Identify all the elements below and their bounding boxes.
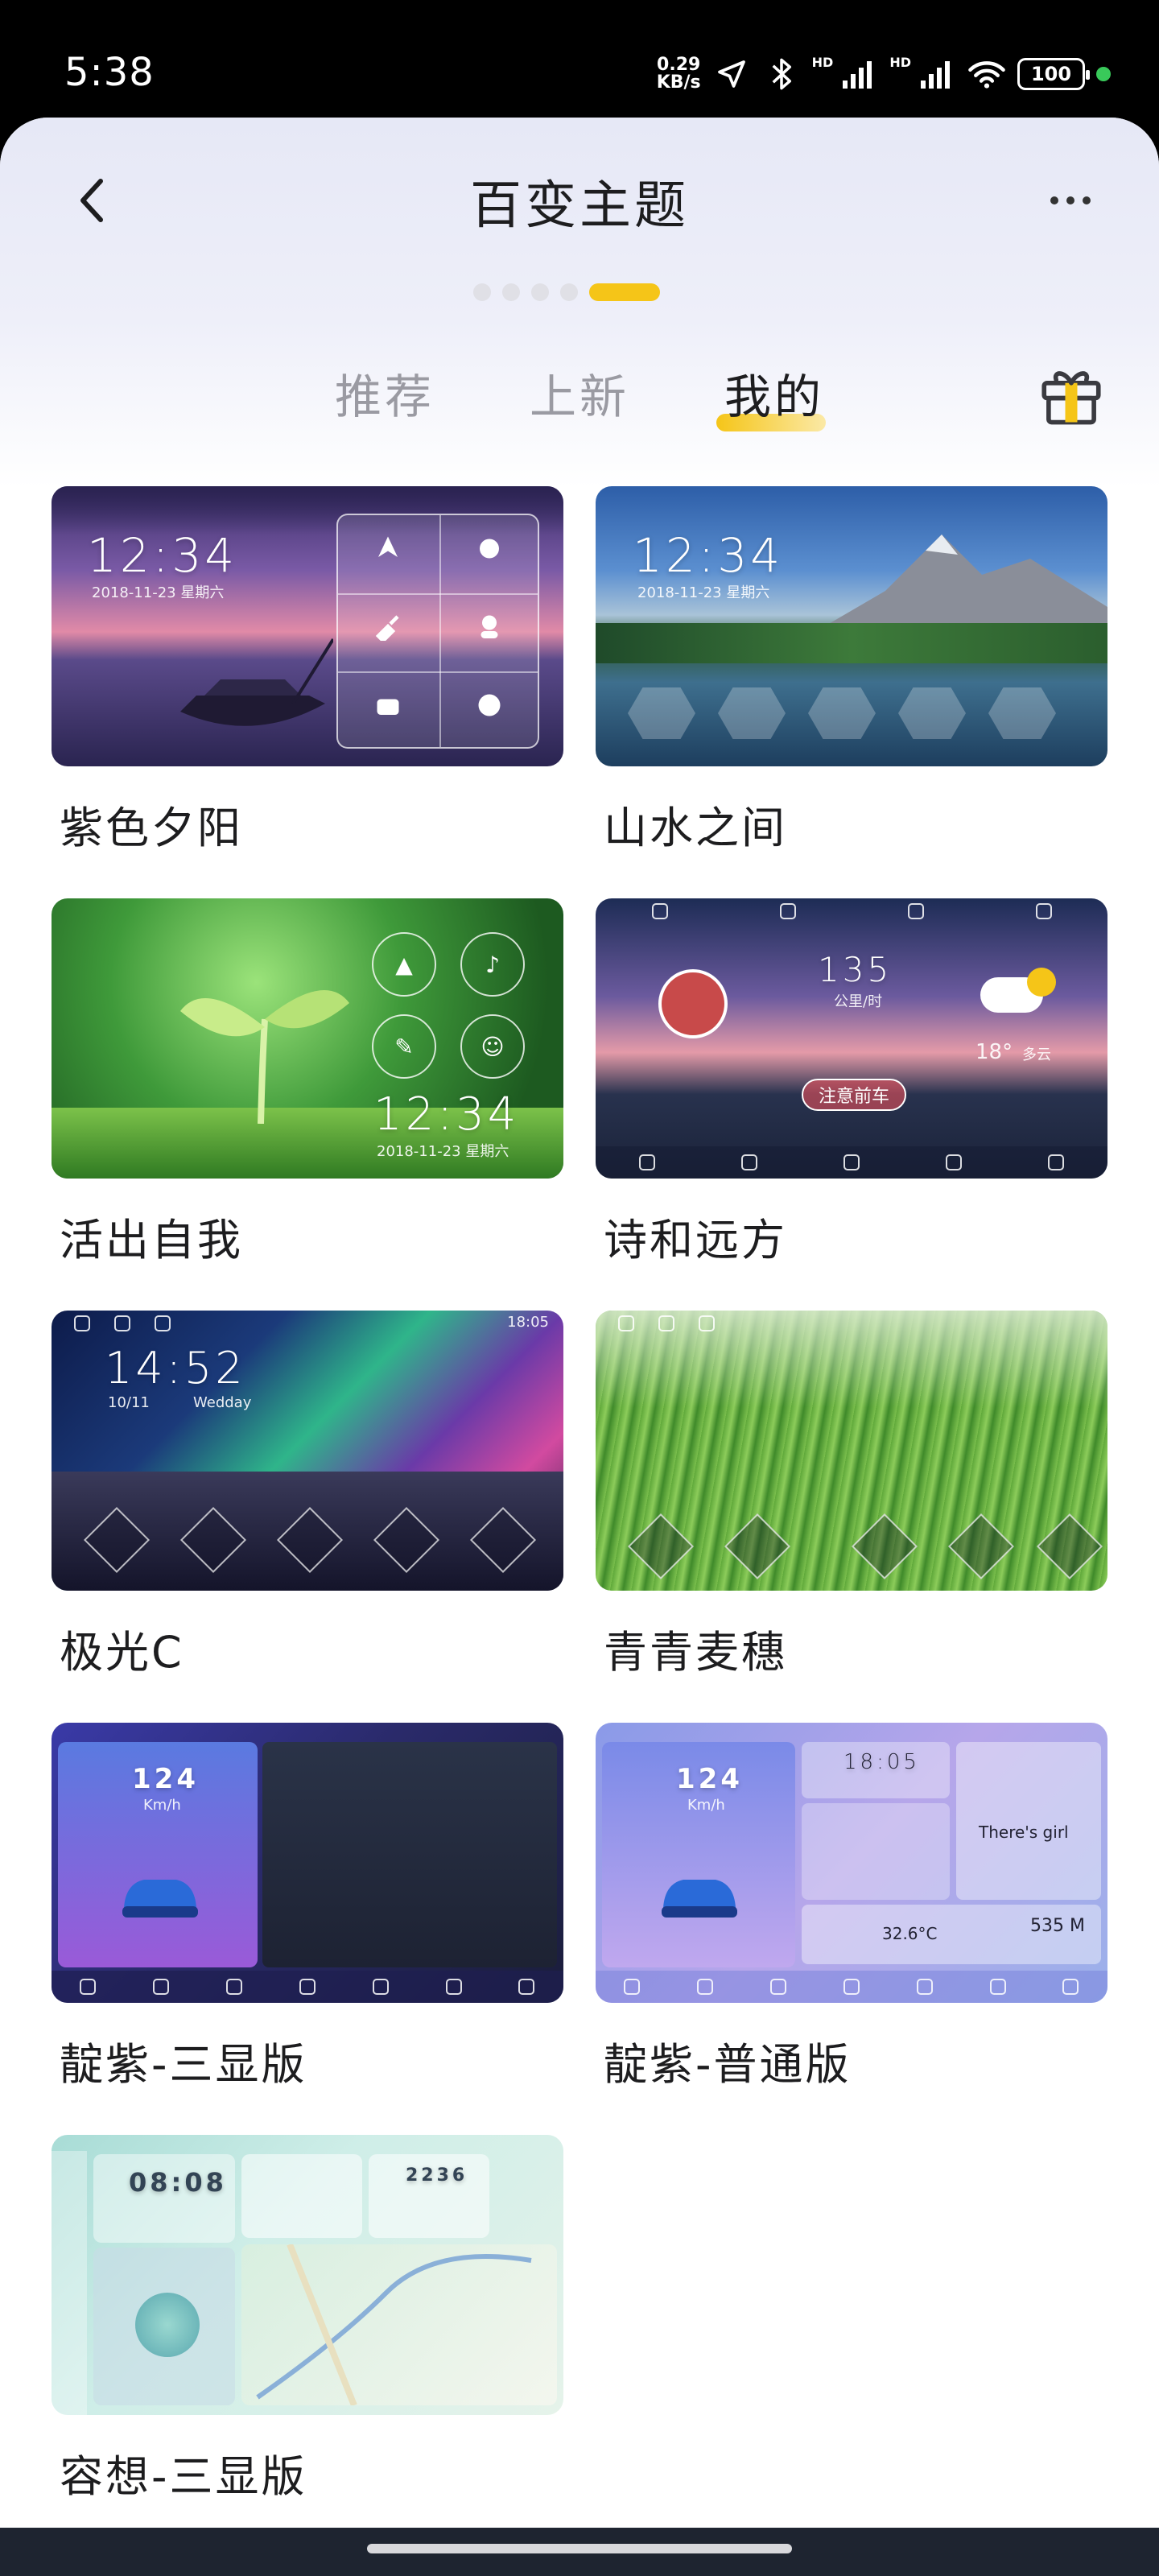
dock-diamond <box>627 1513 695 1580</box>
warning-badge: 注意前车 <box>802 1079 906 1111</box>
car-icon <box>122 1880 198 1918</box>
music-panel <box>956 1742 1101 1900</box>
dock-hex <box>898 687 966 739</box>
theme-card[interactable]: 124 Km/h 18:05 There's girl 32.6°C 535 M… <box>596 1723 1107 2090</box>
music-shortcut: ♪ <box>460 932 525 997</box>
gift-button[interactable] <box>1035 356 1107 428</box>
theme-thumbnail: ▲ ♪ ✎ ☺ 12:34 2018-11-23 星期六 <box>52 898 563 1179</box>
dock-hex <box>988 687 1056 739</box>
pager-dot <box>531 283 549 301</box>
assistant-shortcut: ☺ <box>460 1014 525 1079</box>
album-art <box>135 2293 200 2357</box>
theme-thumbnail: 12:34 2018-11-23 星期六 <box>52 486 563 766</box>
mini-toolbar <box>52 1311 563 1336</box>
home-indicator[interactable] <box>367 2544 792 2553</box>
theme-card[interactable]: 12:34 2018-11-23 星期六 山水之间 <box>596 486 1107 853</box>
banner-pager <box>473 283 660 301</box>
map-panel <box>241 2243 557 2407</box>
battery-icon: 100 <box>1017 58 1090 90</box>
radio-icon <box>377 699 399 715</box>
theme-name: 极光C <box>60 1627 184 1678</box>
theme-thumbnail: 124 Km/h <box>52 1723 563 2003</box>
bluetooth-icon <box>478 694 501 716</box>
dock-diamond <box>947 1513 1015 1580</box>
theme-name: 活出自我 <box>60 1215 243 1265</box>
status-time: 5:38 <box>64 50 155 95</box>
tab-new[interactable]: 上新 <box>530 359 629 427</box>
theme-card[interactable]: 08:08 2236 容想-三显版 <box>52 2135 563 2502</box>
assistant-icon <box>481 615 498 638</box>
signal-icon <box>918 55 956 93</box>
theme-thumbnail: 124 Km/h 18:05 There's girl 32.6°C 535 M <box>596 1723 1107 2003</box>
more-icon <box>1050 196 1058 204</box>
gift-icon <box>1041 371 1101 425</box>
tab-bar: 推荐 上新 我的 <box>0 359 1159 448</box>
sprout-image <box>180 990 349 1124</box>
wifi-icon <box>967 55 1006 93</box>
sun-icon <box>1027 968 1056 997</box>
theme-thumbnail <box>596 1311 1107 1591</box>
theme-name: 诗和远方 <box>604 1215 787 1265</box>
page-title: 百变主题 <box>470 176 689 236</box>
theme-name: 靛紫-三显版 <box>60 2039 307 2090</box>
car-icon <box>662 1880 737 1918</box>
theme-thumbnail: 12:34 2018-11-23 星期六 <box>596 486 1107 766</box>
mini-toolbar <box>596 1311 1107 1336</box>
compass-panel <box>802 1803 950 1900</box>
bluetooth-icon <box>762 55 801 93</box>
dock-diamond <box>851 1513 918 1580</box>
theme-sheet: 百变主题 推荐 上新 我的 12:34 2018-11-23 星期六 紫色夕阳 … <box>0 118 1159 2528</box>
pager-dot <box>502 283 520 301</box>
dock-diamond <box>724 1513 791 1580</box>
net-speed: 0.29 KB/s <box>656 55 701 93</box>
theme-name: 靛紫-普通版 <box>604 2039 852 2090</box>
side-rail <box>52 2151 87 2415</box>
pager-dot <box>473 283 491 301</box>
theme-name: 山水之间 <box>604 803 787 853</box>
theme-name: 紫色夕阳 <box>60 803 243 853</box>
theme-card[interactable]: 124 Km/h 靛紫-三显版 <box>52 1723 563 2090</box>
mini-dock <box>596 1971 1107 2003</box>
shortcut-panel <box>336 514 539 749</box>
theme-card[interactable]: ▲ ♪ ✎ ☺ 12:34 2018-11-23 星期六 活出自我 <box>52 898 563 1265</box>
theme-thumbnail: 18:05 14:52 10/11 Wedday <box>52 1311 563 1591</box>
theme-card[interactable]: 18:05 14:52 10/11 Wedday 极光C <box>52 1311 563 1678</box>
theme-card[interactable]: 135 公里/时 18° 多云 注意前车 诗和远方 <box>596 898 1107 1265</box>
status-icons: 0.29 KB/s HD HD 100 <box>657 50 1111 98</box>
boat-icon <box>180 638 333 726</box>
theme-thumbnail: 135 公里/时 18° 多云 注意前车 <box>596 898 1107 1179</box>
dock-diamond <box>1036 1513 1103 1580</box>
mini-toolbar <box>596 898 1107 924</box>
signal-icon <box>839 55 878 93</box>
theme-shortcut: ✎ <box>372 1014 436 1079</box>
nav-shortcut: ▲ <box>372 932 436 997</box>
more-options-button[interactable] <box>1030 172 1111 229</box>
theme-name: 青青麦穗 <box>604 1627 787 1678</box>
theme-brush-icon <box>375 615 399 641</box>
theme-name: 容想-三显版 <box>60 2451 307 2502</box>
theme-card[interactable]: 12:34 2018-11-23 星期六 紫色夕阳 <box>52 486 563 853</box>
theme-card[interactable]: 青青麦穗 <box>596 1311 1107 1678</box>
album-art <box>658 969 728 1038</box>
map-panel <box>262 1742 557 1967</box>
privacy-dot <box>1096 67 1111 81</box>
map-route <box>256 2243 532 2407</box>
pager-dot-active <box>589 283 660 301</box>
dock-hex <box>628 687 695 739</box>
navigation-icon <box>378 536 398 557</box>
status-bar: 5:38 0.29 KB/s HD HD 100 <box>0 0 1159 137</box>
mini-dock <box>52 1971 563 2003</box>
tab-mine[interactable]: 我的 <box>724 359 824 427</box>
tab-recommended[interactable]: 推荐 <box>335 359 435 427</box>
pager-dot <box>560 283 578 301</box>
dock-hex <box>718 687 786 739</box>
theme-thumbnail: 08:08 2236 <box>52 2135 563 2415</box>
music-icon <box>480 539 499 559</box>
dock-hex <box>808 687 876 739</box>
mini-dock <box>596 1146 1107 1179</box>
location-icon <box>712 55 751 93</box>
